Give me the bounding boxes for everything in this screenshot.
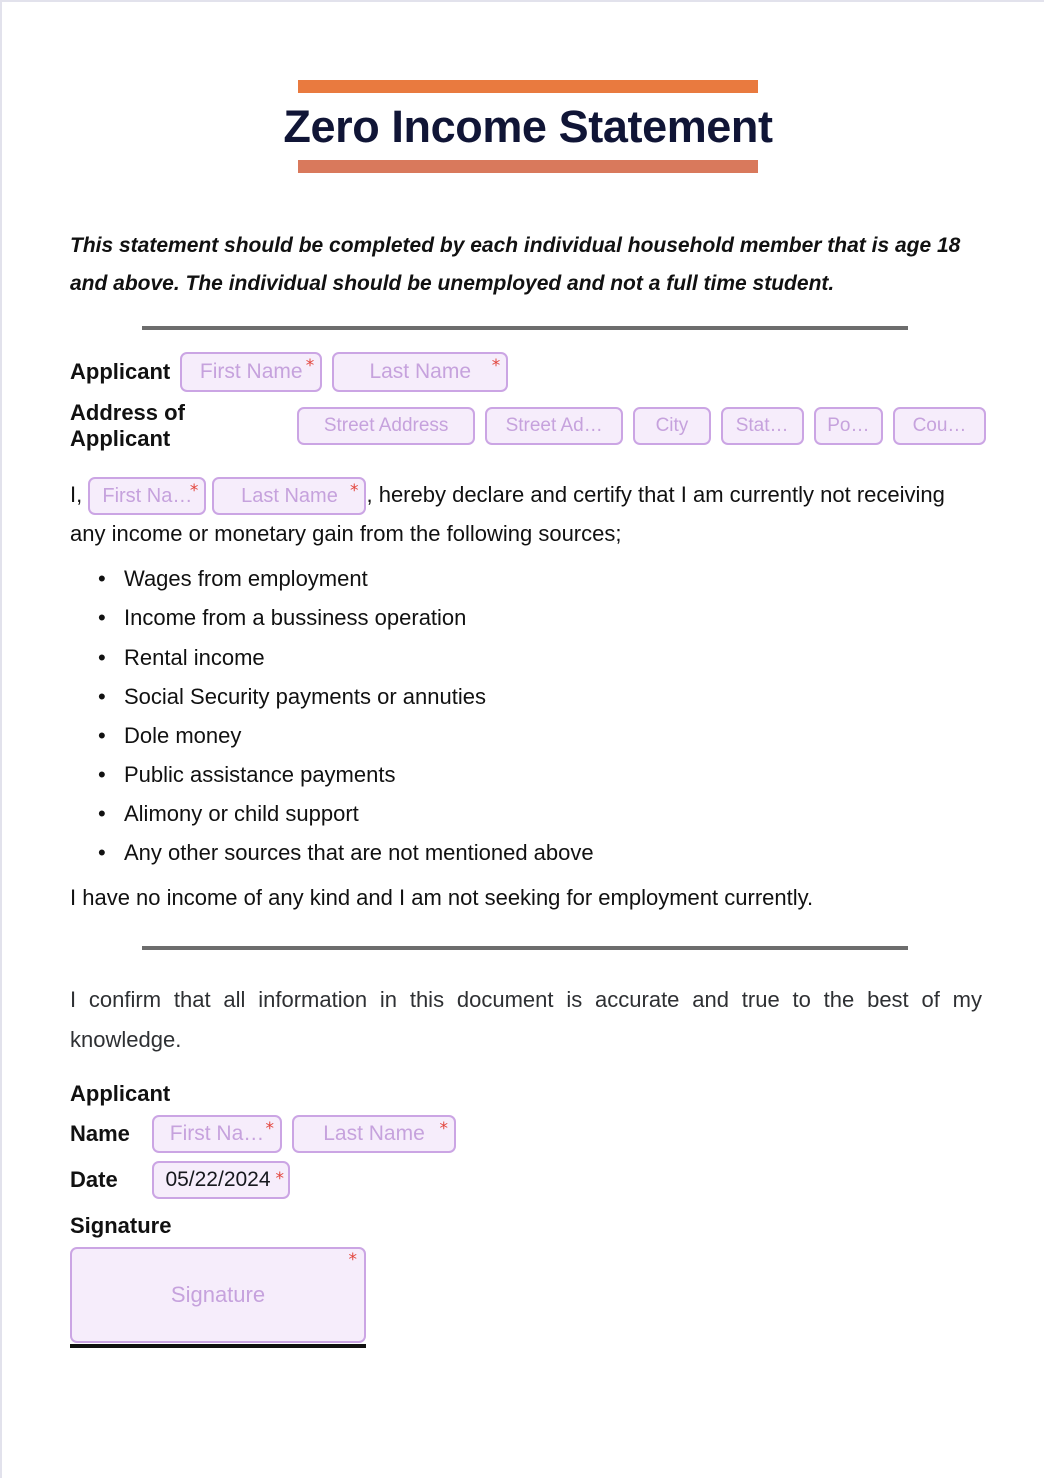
declaration-last-name-placeholder: Last Name: [241, 485, 338, 508]
list-item: Any other sources that are not mentioned…: [98, 833, 986, 872]
applicant-last-name-placeholder: Last Name: [369, 360, 471, 384]
address-street1-input[interactable]: Street Address: [297, 407, 475, 446]
document-content: Zero Income Statement This statement sho…: [70, 2, 986, 1348]
list-item: Dole money: [98, 716, 986, 755]
address-country-placeholder: Cou…: [912, 415, 967, 437]
document-page: Zero Income Statement This statement sho…: [0, 0, 1044, 1478]
intro-paragraph: This statement should be completed by ea…: [70, 233, 961, 296]
signature-placeholder: Signature: [170, 1281, 266, 1307]
applicant-first-name-placeholder: First Name: [199, 360, 303, 384]
required-asterisk: *: [348, 1249, 358, 1270]
header-accent-bar-top: [298, 80, 758, 93]
address-city-placeholder: City: [655, 415, 689, 437]
signature-area: Signature *: [70, 1246, 366, 1348]
signature-name-row: Name First Na… * Last Name *: [70, 1114, 986, 1153]
address-postal-input[interactable]: Po…: [813, 407, 884, 446]
document-header: Zero Income Statement: [70, 2, 986, 173]
signature-pad[interactable]: Signature *: [70, 1246, 366, 1343]
list-item: Alimony or child support: [98, 794, 986, 833]
signature-date-value: 05/22/2024: [165, 1167, 271, 1191]
required-asterisk: *: [491, 356, 501, 377]
address-state-placeholder: Stat…: [735, 415, 789, 437]
list-item: Social Security payments or annuties: [98, 677, 986, 716]
address-street2-input[interactable]: Street Ad…: [485, 407, 624, 446]
address-city-input[interactable]: City: [633, 407, 711, 446]
date-label: Date: [70, 1166, 118, 1192]
applicant-last-name-input[interactable]: Last Name *: [332, 352, 509, 393]
list-item: Income from a bussiness operation: [98, 598, 986, 637]
header-accent-bar-bottom: [298, 159, 758, 173]
signature-date-row: Date 05/22/2024 *: [70, 1160, 986, 1199]
address-street2-placeholder: Street Ad…: [505, 415, 603, 437]
required-asterisk: *: [275, 1168, 285, 1189]
required-asterisk: *: [305, 356, 315, 377]
signature-first-name-placeholder: First Na…: [169, 1121, 265, 1145]
address-label: Address of Applicant: [70, 400, 185, 452]
signature-last-name-placeholder: Last Name: [323, 1121, 425, 1145]
page-title: Zero Income Statement: [283, 101, 773, 152]
declaration-lead-text: I,: [70, 482, 83, 508]
section-divider-bottom: [142, 946, 908, 951]
section-divider-top: [142, 326, 908, 331]
applicant-name-row: Applicant First Name * Last Name *: [70, 352, 986, 393]
signature-baseline: [70, 1343, 366, 1348]
declaration-last-name-input[interactable]: Last Name *: [212, 477, 367, 516]
declaration-first-name-placeholder: First Na…: [102, 485, 193, 508]
address-state-input[interactable]: Stat…: [720, 407, 804, 446]
signature-date-input[interactable]: 05/22/2024 *: [152, 1160, 290, 1199]
required-asterisk: *: [349, 481, 359, 502]
required-asterisk: *: [189, 481, 199, 502]
declaration-paragraph: I, First Na… * Last Name * , hereby decl…: [70, 476, 986, 553]
required-asterisk: *: [265, 1118, 275, 1139]
applicant-label: Applicant: [70, 359, 171, 385]
applicant-first-name-input[interactable]: First Name *: [180, 352, 323, 393]
income-sources-list: Wages from employment Income from a buss…: [70, 559, 986, 872]
list-item: Wages from employment: [98, 559, 986, 598]
confirmation-paragraph: I confirm that all information in this d…: [70, 987, 982, 1052]
signature-last-name-input[interactable]: Last Name *: [292, 1114, 456, 1153]
list-item: Rental income: [98, 638, 986, 677]
list-item: Public assistance payments: [98, 755, 986, 794]
address-postal-placeholder: Po…: [827, 415, 870, 437]
applicant-address-row: Address of Applicant Street Address Stre…: [70, 400, 986, 452]
name-label: Name: [70, 1120, 130, 1146]
declaration-closing-text: I have no income of any kind and I am no…: [70, 884, 814, 910]
address-street1-placeholder: Street Address: [323, 415, 449, 437]
signature-first-name-input[interactable]: First Na… *: [152, 1114, 282, 1153]
required-asterisk: *: [439, 1118, 449, 1139]
address-country-input[interactable]: Cou…: [893, 407, 986, 446]
signature-applicant-heading: Applicant: [70, 1080, 171, 1106]
declaration-first-name-input[interactable]: First Na… *: [88, 477, 207, 516]
signature-field-label: Signature: [70, 1212, 172, 1238]
